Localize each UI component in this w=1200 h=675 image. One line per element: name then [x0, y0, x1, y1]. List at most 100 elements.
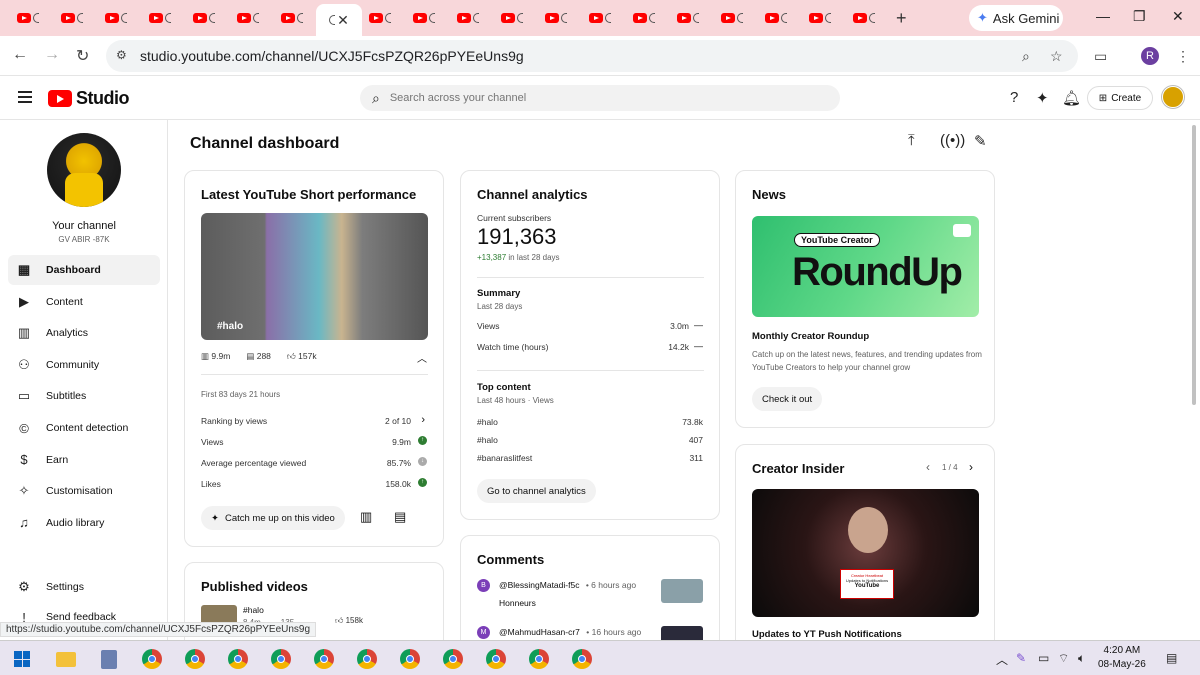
go-live-icon[interactable]: ((•)) — [940, 132, 965, 149]
taskbar-clock[interactable]: 4:20 AM 08-May-26 — [1098, 644, 1146, 672]
bookmark-star-icon[interactable]: ☆ — [1050, 48, 1063, 65]
sidebar-item-analytics[interactable]: ▥ Analytics — [8, 318, 160, 348]
page-scrollbar[interactable] — [1192, 125, 1196, 405]
site-info-icon[interactable]: ⚙ — [116, 48, 127, 62]
forward-button[interactable]: → — [44, 46, 60, 64]
browser-tab[interactable] — [624, 6, 664, 30]
browser-tab[interactable] — [96, 6, 136, 30]
comment-video-thumbnail[interactable] — [661, 626, 703, 640]
sidebar-item-dashboard[interactable]: ▦ Dashboard — [8, 255, 160, 285]
chevron-left-icon[interactable]: ‹ — [926, 460, 930, 474]
chrome-profile-taskbar-icon[interactable] — [228, 649, 248, 669]
commenter-avatar[interactable]: M — [477, 626, 490, 639]
comment-author[interactable]: @BlessingMatadi-f5c — [499, 580, 579, 590]
ask-gemini-button[interactable]: ✦ Ask Gemini — [969, 5, 1063, 31]
chrome-profile-taskbar-icon[interactable] — [443, 649, 463, 669]
comment-author[interactable]: @MahmudHasan-cr7 — [499, 627, 580, 637]
help-icon[interactable]: ? — [1010, 89, 1018, 106]
minimize-window-button[interactable]: — — [1096, 8, 1110, 24]
browser-tab[interactable] — [844, 6, 884, 30]
search-input[interactable] — [389, 92, 790, 104]
sidebar-item-audio-library[interactable]: ♫ Audio library — [8, 508, 160, 538]
windows-start-icon[interactable] — [14, 651, 30, 667]
sidebar-item-community[interactable]: ⚇ Community — [8, 350, 160, 380]
volume-icon[interactable]: 🔈︎ — [1078, 651, 1085, 666]
news-image[interactable]: YouTube Creator RoundUp — [752, 216, 979, 317]
top-content-item[interactable]: #banaraslitfest — [477, 453, 532, 463]
browser-tab[interactable] — [8, 6, 48, 30]
browser-tab[interactable] — [360, 6, 400, 30]
create-post-icon[interactable]: ✎ — [974, 132, 987, 150]
creator-insider-caption[interactable]: Updates to YT Push Notifications — [752, 629, 902, 640]
show-hidden-icons-chevron[interactable]: ︿ — [996, 651, 1008, 668]
zoom-icon[interactable]: ⌕ — [1022, 48, 1030, 65]
check-it-out-button[interactable]: Check it out — [752, 387, 823, 411]
sidebar-item-content[interactable]: ▶ Content — [8, 287, 160, 317]
chrome-profile-taskbar-icon[interactable] — [142, 649, 162, 669]
close-tab-icon[interactable]: ✕ — [337, 12, 349, 29]
comments-icon[interactable]: ▤ — [394, 509, 406, 525]
comment-video-thumbnail[interactable] — [661, 579, 703, 603]
sparkle-icon[interactable]: ✦ — [1036, 89, 1049, 107]
upload-icon[interactable]: ⤒ — [908, 132, 915, 149]
browser-tab[interactable]: ✕ — [316, 4, 362, 36]
reload-button[interactable]: ↻ — [76, 46, 89, 66]
search-bar[interactable]: ⌕ — [360, 85, 840, 111]
sidebar-item-content-detection[interactable]: © Content detection — [8, 413, 160, 443]
wifi-icon[interactable]: ⌔ — [1058, 651, 1069, 666]
browser-tab[interactable] — [272, 6, 312, 30]
file-explorer-icon[interactable] — [56, 652, 76, 667]
notification-center-icon[interactable]: ▤ — [1166, 651, 1177, 665]
sidebar-item-settings[interactable]: ⚙ Settings — [8, 572, 160, 602]
chrome-profile-taskbar-icon[interactable] — [314, 649, 334, 669]
chevron-right-icon[interactable]: › — [969, 460, 973, 474]
chrome-profile-taskbar-icon[interactable] — [271, 649, 291, 669]
chevron-right-icon[interactable]: › — [421, 414, 425, 426]
browser-profile-avatar[interactable]: R — [1141, 47, 1159, 65]
sidebar-item-customisation[interactable]: ✧ Customisation — [8, 476, 160, 506]
sidebar-item-earn[interactable]: $ Earn — [8, 445, 160, 475]
new-tab-button[interactable]: + — [896, 8, 907, 29]
address-bar[interactable]: ⚙ studio.youtube.com/channel/UCXJ5FcsPZQ… — [106, 40, 1078, 72]
chrome-profile-taskbar-icon[interactable] — [486, 649, 506, 669]
chrome-profile-taskbar-icon[interactable] — [185, 649, 205, 669]
browser-tab[interactable] — [580, 6, 620, 30]
browser-tab[interactable] — [448, 6, 488, 30]
pen-icon[interactable]: ✎ — [1016, 651, 1026, 665]
video-title[interactable]: #halo — [243, 605, 264, 615]
studio-logo[interactable]: Studio — [48, 88, 130, 109]
browser-tab[interactable] — [404, 6, 444, 30]
close-window-button[interactable]: ✕ — [1172, 8, 1184, 25]
battery-icon[interactable]: ▭ — [1038, 651, 1049, 665]
sidebar-item-subtitles[interactable]: ▭ Subtitles — [8, 381, 160, 411]
browser-tab[interactable] — [184, 6, 224, 30]
calculator-icon[interactable] — [101, 650, 117, 669]
browser-tab[interactable] — [52, 6, 92, 30]
top-content-item[interactable]: #halo — [477, 417, 498, 427]
creator-insider-video[interactable]: Creator Heartbeat Updates to Notificatio… — [752, 489, 979, 617]
commenter-avatar[interactable]: B — [477, 579, 490, 592]
browser-tab[interactable] — [492, 6, 532, 30]
short-thumbnail[interactable]: #halo — [201, 213, 428, 340]
chevron-up-icon[interactable]: ︿ — [417, 350, 427, 365]
browser-tab[interactable] — [668, 6, 708, 30]
restore-window-button[interactable]: ❐ — [1133, 8, 1146, 25]
browser-tab[interactable] — [756, 6, 796, 30]
top-content-item[interactable]: #halo — [477, 435, 498, 445]
cast-icon[interactable]: ▭ — [1094, 48, 1107, 65]
chrome-profile-taskbar-icon[interactable] — [400, 649, 420, 669]
notifications-bell-icon[interactable]: 🔔︎ — [1062, 89, 1081, 107]
menu-icon[interactable] — [18, 91, 32, 103]
chrome-profile-taskbar-icon[interactable] — [529, 649, 549, 669]
browser-menu-icon[interactable]: ⋮ — [1176, 48, 1190, 65]
go-to-analytics-button[interactable]: Go to channel analytics — [477, 479, 596, 503]
create-button[interactable]: ⊞ Create — [1087, 86, 1153, 110]
account-avatar[interactable] — [1162, 86, 1184, 108]
browser-tab[interactable] — [800, 6, 840, 30]
chrome-profile-taskbar-icon[interactable] — [357, 649, 377, 669]
back-button[interactable]: ← — [12, 46, 28, 64]
browser-tab[interactable] — [228, 6, 268, 30]
browser-tab[interactable] — [536, 6, 576, 30]
chrome-profile-taskbar-icon[interactable] — [572, 649, 592, 669]
browser-tab[interactable] — [712, 6, 752, 30]
